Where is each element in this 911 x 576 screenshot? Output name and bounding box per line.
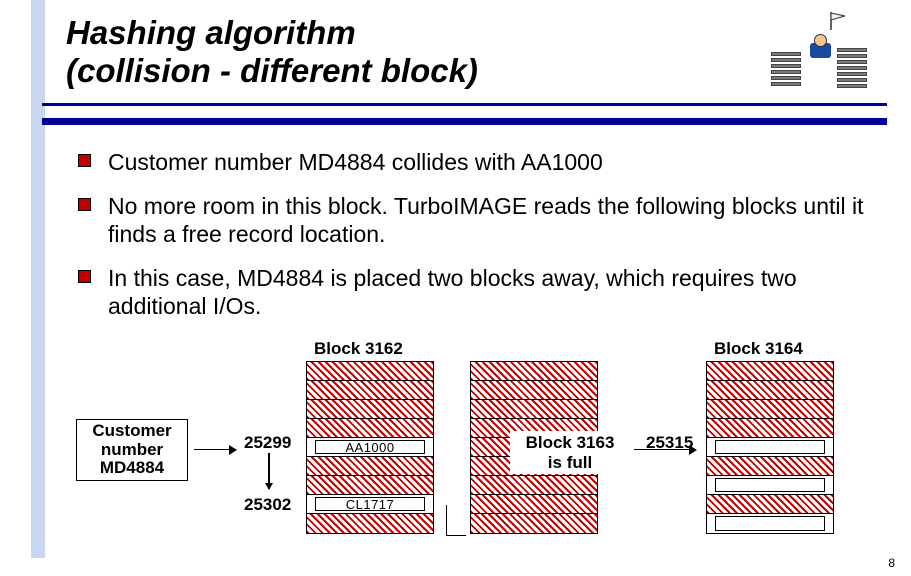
record-number: 25299 — [244, 433, 291, 453]
record-number: 25315 — [646, 433, 693, 453]
record-cell — [307, 400, 433, 419]
list-item: Customer number MD4884 collides with AA1… — [78, 148, 871, 176]
mid-line-2: is full — [548, 453, 592, 472]
mid-line-1: Block 3163 — [526, 433, 615, 452]
record-cell-free — [707, 438, 833, 457]
arrow-icon — [194, 449, 236, 450]
bullet-list: Customer number MD4884 collides with AA1… — [78, 148, 871, 336]
bullet-icon — [78, 198, 91, 211]
bullet-icon — [78, 154, 91, 167]
record-cell — [707, 495, 833, 514]
record-cell — [707, 419, 833, 438]
list-item: In this case, MD4884 is placed two block… — [78, 264, 871, 320]
record-cell — [471, 381, 597, 400]
customer-label-2: number — [77, 441, 187, 460]
bullet-icon — [78, 270, 91, 283]
arrow-icon — [634, 449, 696, 450]
record-cell — [307, 419, 433, 438]
page-number: 8 — [888, 556, 895, 570]
accent-bottom — [31, 118, 45, 558]
record-cell — [471, 362, 597, 381]
record-cell-free — [707, 476, 833, 495]
block-label-1: Block 3162 — [314, 339, 403, 359]
block-3164 — [706, 361, 834, 534]
rule-thick — [42, 118, 887, 125]
record-cell — [707, 381, 833, 400]
rule-thin — [42, 103, 887, 106]
record-cell — [707, 400, 833, 419]
flag-icon — [829, 12, 849, 30]
customer-label-1: Customer — [77, 422, 187, 441]
page-title: Hashing algorithm (collision - different… — [66, 14, 478, 90]
title-line-2: (collision - different block) — [66, 52, 478, 89]
person-icon — [806, 34, 836, 64]
block-3163-label: Block 3163 is full — [510, 431, 630, 474]
record-cell — [307, 476, 433, 495]
record-cell — [707, 457, 833, 476]
connector — [446, 535, 466, 536]
record-number: 25302 — [244, 495, 291, 515]
title-line-1: Hashing algorithm — [66, 14, 356, 51]
bullet-text: In this case, MD4884 is placed two block… — [108, 265, 797, 319]
arrow-down-icon — [268, 453, 270, 489]
block-3162: AA1000 CL1717 — [306, 361, 434, 534]
bullet-text: Customer number MD4884 collides with AA1… — [108, 149, 603, 175]
customer-box: Customer number MD4884 — [76, 419, 188, 481]
block-label-3: Block 3164 — [714, 339, 803, 359]
record-cell — [307, 457, 433, 476]
record-cell-free — [707, 514, 833, 533]
record-cell — [471, 476, 597, 495]
diagram: Block 3162 Block 3164 Customer number MD… — [66, 345, 866, 545]
accent-top — [31, 0, 45, 118]
record-cell — [307, 362, 433, 381]
record-cell — [307, 514, 433, 533]
record-cell — [707, 362, 833, 381]
cell-value: AA1000 — [345, 440, 394, 455]
cell-value: CL1717 — [346, 497, 395, 512]
customer-label-3: MD4884 — [77, 459, 187, 478]
record-cell-aa1000: AA1000 — [307, 438, 433, 457]
record-cell — [471, 495, 597, 514]
list-item: No more room in this block. TurboIMAGE r… — [78, 192, 871, 248]
record-cell-cl1717: CL1717 — [307, 495, 433, 514]
bullet-text: No more room in this block. TurboIMAGE r… — [108, 193, 864, 247]
record-cell — [471, 514, 597, 533]
record-cell — [471, 400, 597, 419]
record-cell — [307, 381, 433, 400]
connector — [446, 505, 447, 535]
cartoon-decoration — [771, 12, 871, 97]
